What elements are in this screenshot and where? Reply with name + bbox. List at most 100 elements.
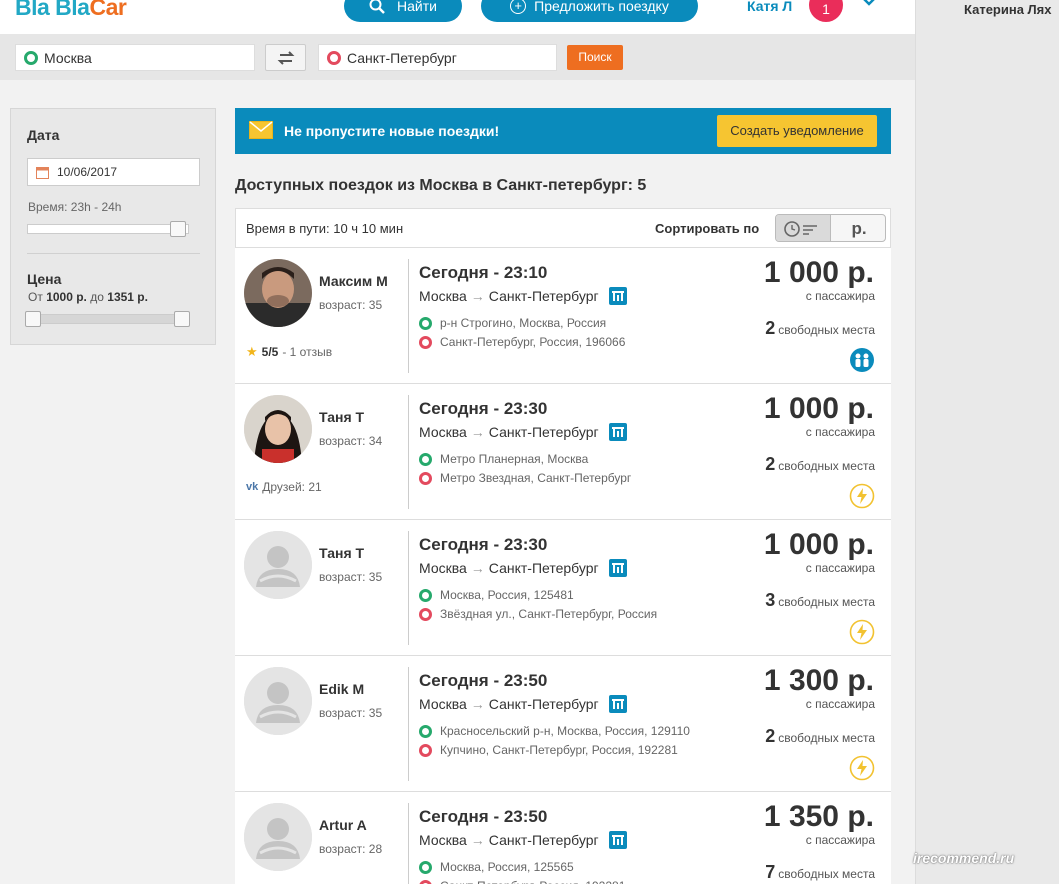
envelope-icon	[249, 121, 273, 139]
ride-time[interactable]: Сегодня - 23:10	[419, 263, 547, 283]
ride-price: 1 000 р.	[763, 256, 874, 289]
from-field[interactable]: Москва	[15, 44, 255, 71]
chevron-down-icon[interactable]	[860, 0, 878, 8]
ride-route: Москва → Санкт-Петербург	[419, 559, 627, 577]
sort-by-price-button[interactable]: р.	[831, 215, 885, 241]
driver-avatar[interactable]	[244, 531, 312, 599]
price-per-passenger: с пассажира	[805, 833, 875, 847]
vk-icon: vk	[246, 481, 259, 493]
dropoff-point: Метро Звездная, Санкт-Петербург	[419, 471, 631, 485]
sort-label: Сортировать по	[655, 221, 760, 236]
ride-price: 1 000 р.	[763, 528, 874, 561]
pickup-point: Москва, Россия, 125565	[419, 860, 574, 874]
driver-name[interactable]: Artur A	[319, 817, 367, 833]
driver-rating: ★ 5/5- 1 отзыв	[246, 344, 333, 359]
swap-button[interactable]	[265, 44, 306, 71]
price-slider-track[interactable]	[27, 314, 189, 324]
pickup-marker-icon	[419, 316, 432, 330]
find-button[interactable]: Найти	[344, 0, 462, 22]
arrow-right-icon: →	[470, 288, 485, 304]
date-input[interactable]: 10/06/2017	[27, 158, 200, 186]
offer-ride-button[interactable]: + Предложить поездку	[481, 0, 698, 22]
highway-icon	[608, 423, 627, 441]
ride-route: Москва → Санкт-Петербург	[419, 695, 627, 713]
to-field[interactable]: Санкт-Петербург	[318, 44, 557, 71]
pickup-marker-icon	[419, 588, 432, 602]
rides-list: Максим М возраст: 35 ★ 5/5- 1 отзыв Сегодня …	[235, 248, 891, 884]
ride-alert-banner: Не пропустите новые поездки! Создать уве…	[235, 108, 891, 154]
lightning-icon	[849, 483, 875, 514]
driver-avatar[interactable]	[244, 667, 312, 735]
driver-avatar[interactable]	[244, 803, 312, 871]
ride-divider	[408, 259, 409, 373]
ride-divider	[408, 395, 409, 509]
blablacar-logo[interactable]: Bla BlaCar	[15, 0, 127, 21]
driver-age: возраст: 35	[319, 298, 383, 312]
notification-badge[interactable]: 1	[809, 0, 843, 22]
ride-row[interactable]: Таня Т возраст: 35 Сегодня - 23:30 Москва → С…	[235, 520, 891, 656]
pickup-point: Красносельский р-н, Москва, Россия, 1291…	[419, 724, 690, 738]
dropoff-point: Купчино, Санкт-Петербург, Россия, 192281	[419, 743, 678, 757]
dropoff-marker-icon	[419, 471, 432, 485]
ride-route: Москва → Санкт-Петербург	[419, 287, 627, 305]
highway-icon	[608, 287, 627, 305]
filter-divider	[27, 253, 200, 254]
create-alert-button[interactable]: Создать уведомление	[717, 115, 877, 147]
sort-toggle: р.	[775, 214, 886, 242]
driver-name[interactable]: Таня Т	[319, 409, 364, 425]
filters-panel: Дата 10/06/2017 Время: 23h - 24h Цена От…	[10, 108, 216, 345]
ride-route: Москва → Санкт-Петербург	[419, 423, 627, 441]
dropoff-marker-icon	[419, 743, 432, 757]
pickup-marker-icon	[419, 724, 432, 738]
dropoff-marker-icon	[419, 607, 432, 621]
driver-friends: vk Друзей: 21	[246, 480, 322, 494]
ride-route: Москва → Санкт-Петербург	[419, 831, 627, 849]
arrow-right-icon: →	[470, 832, 485, 848]
pickup-marker-icon	[419, 860, 432, 874]
ride-divider	[408, 803, 409, 884]
arrow-right-icon: →	[470, 560, 485, 576]
ride-price: 1 000 р.	[763, 392, 874, 425]
arrow-right-icon: →	[470, 696, 485, 712]
price-slider-min-handle[interactable]	[25, 311, 41, 327]
user-menu-name[interactable]: Катя Л	[747, 0, 792, 14]
alert-text: Не пропустите новые поездки!	[284, 123, 500, 139]
ride-time[interactable]: Сегодня - 23:30	[419, 535, 547, 555]
ride-price: 1 300 р.	[763, 664, 874, 697]
driver-name[interactable]: Edik M	[319, 681, 364, 697]
driver-avatar[interactable]	[244, 395, 312, 463]
ride-row[interactable]: Edik M возраст: 35 Сегодня - 23:50 Москва → С…	[235, 656, 891, 792]
sort-by-time-button[interactable]	[776, 215, 831, 241]
free-seats: 3 свободных места	[765, 590, 875, 610]
driver-name[interactable]: Максим М	[319, 273, 388, 289]
price-per-passenger: с пассажира	[805, 561, 875, 575]
pickup-point: Москва, Россия, 125481	[419, 588, 574, 602]
free-seats: 2 свободных места	[765, 318, 875, 338]
time-slider-handle[interactable]	[170, 221, 186, 237]
price-per-passenger: с пассажира	[805, 697, 875, 711]
ride-row[interactable]: Таня Т возраст: 34 vk Друзей: 21 Сегодня - 2…	[235, 384, 891, 520]
ride-time[interactable]: Сегодня - 23:50	[419, 807, 547, 827]
pickup-point: Метро Планерная, Москва	[419, 452, 588, 466]
ride-row[interactable]: Максим М возраст: 35 ★ 5/5- 1 отзыв Сегодня …	[235, 248, 891, 384]
highway-icon	[608, 831, 627, 849]
search-button[interactable]: Поиск	[567, 45, 623, 70]
ride-time[interactable]: Сегодня - 23:50	[419, 671, 547, 691]
ride-divider	[408, 667, 409, 781]
driver-name[interactable]: Таня Т	[319, 545, 364, 561]
driver-avatar[interactable]	[244, 259, 312, 327]
dropoff-marker-icon	[327, 50, 341, 65]
ride-time[interactable]: Сегодня - 23:30	[419, 399, 547, 419]
results-title: Доступных поездок из Москва в Санкт-пете…	[235, 177, 647, 194]
price-per-passenger: с пассажира	[805, 289, 875, 303]
arrow-right-icon: →	[470, 424, 485, 440]
ride-row[interactable]: Artur A возраст: 28 Сегодня - 23:50 Москва →…	[235, 792, 891, 884]
highway-icon	[608, 559, 627, 577]
price-per-passenger: с пассажира	[805, 425, 875, 439]
time-range-label: Время: 23h - 24h	[28, 200, 122, 214]
clock-icon	[784, 221, 817, 237]
pickup-marker-icon	[24, 50, 38, 65]
side-panel: Катерина Лях	[915, 0, 1059, 884]
price-slider-max-handle[interactable]	[174, 311, 190, 327]
side-panel-name[interactable]: Катерина Лях	[964, 2, 1051, 17]
